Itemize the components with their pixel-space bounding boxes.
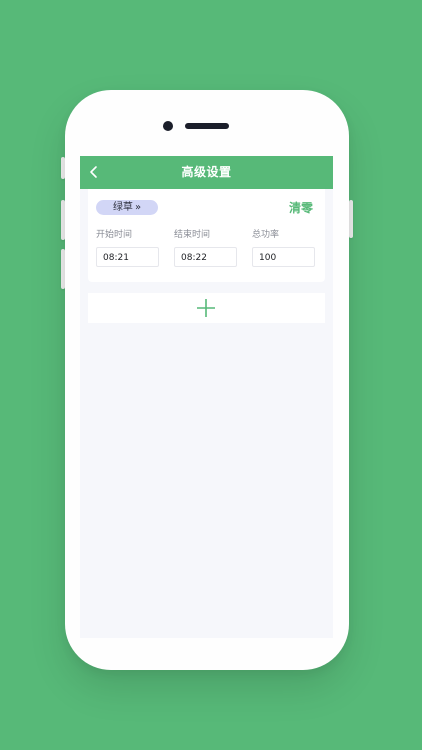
navigation-bar: 高级设置 [80,156,333,189]
double-chevron-right-icon: » [134,202,142,213]
end-time-input[interactable]: 08:22 [174,247,237,267]
schedule-card: 绿草» 清零 开始时间 结束时间 总功率 08:21 08:22 100 [88,189,325,282]
mode-selector-button[interactable]: 绿草» [96,200,158,215]
app-screen: 高级设置 绿草» 清零 开始时间 结束时间 总功率 08:21 08:22 10… [80,156,333,638]
plus-icon [197,299,215,317]
end-time-label: 结束时间 [174,230,211,240]
start-time-label: 开始时间 [96,230,133,240]
mode-label: 绿草 [112,202,133,213]
add-schedule-button[interactable] [88,293,325,323]
earpiece-speaker [185,123,229,129]
front-camera [163,121,173,131]
app-store-stage: 高级设置 绿草» 清零 开始时间 结束时间 总功率 08:21 08:22 10… [0,0,422,750]
page-title: 高级设置 [181,165,232,179]
start-time-input[interactable]: 08:21 [96,247,159,267]
power-button [349,200,353,238]
total-power-input[interactable]: 100 [252,247,315,267]
clear-button[interactable]: 清零 [289,199,313,216]
total-power-label: 总功率 [252,230,280,240]
